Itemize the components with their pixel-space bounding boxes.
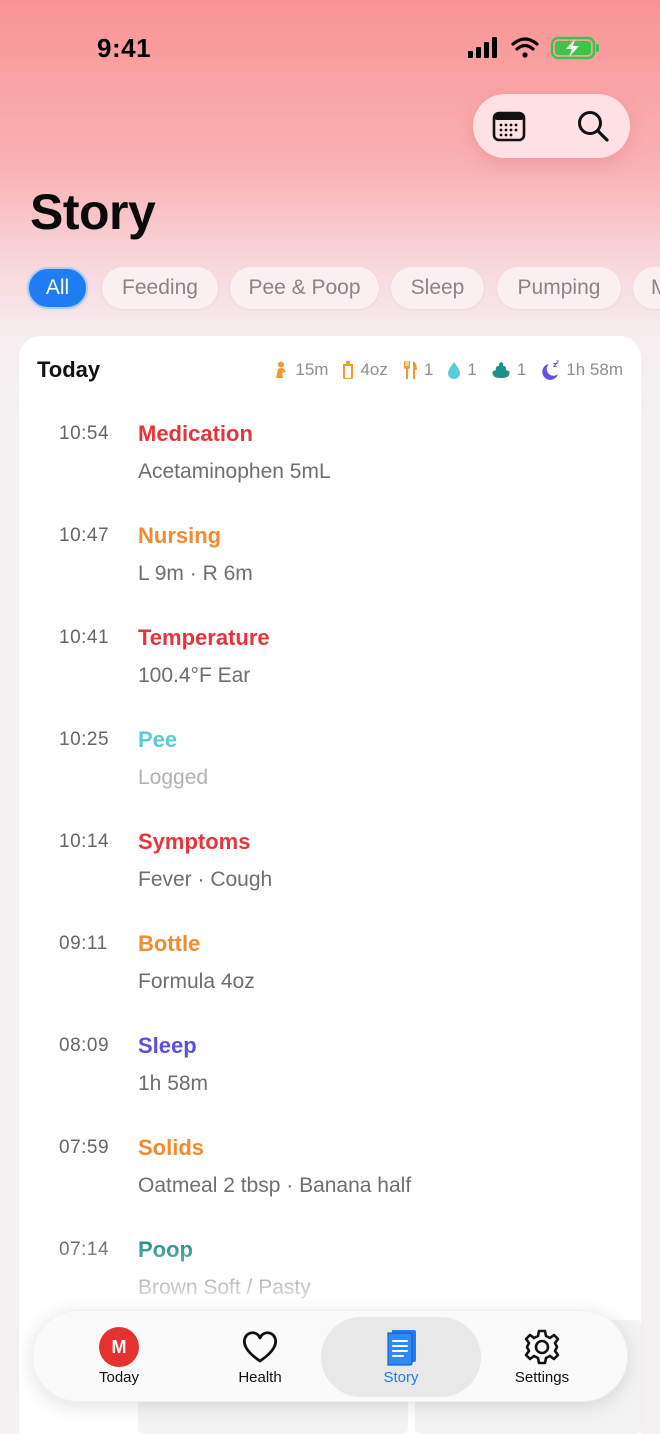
avatar-initial: M (99, 1327, 139, 1367)
page-title: Story (30, 184, 156, 240)
summary-bottle: 4oz (342, 360, 388, 380)
timeline-entry[interactable]: 08:09 Sleep 1h 58m (19, 1033, 641, 1125)
entry-time: 08:09 (59, 1035, 110, 1056)
tab-settings[interactable]: Settings (482, 1311, 602, 1403)
day-title: Today (37, 357, 101, 382)
entry-type: Solids (138, 1135, 205, 1160)
summary-poop-value: 1 (516, 360, 527, 379)
summary-sleep: z z 1h 58m (540, 360, 623, 380)
summary-nursing-value: 15m (295, 360, 329, 379)
tab-health-label: Health (238, 1369, 282, 1386)
tab-story[interactable]: Story (341, 1311, 461, 1403)
entry-type: Nursing (138, 523, 222, 548)
entry-time: 10:14 (59, 831, 110, 852)
timeline-entry[interactable]: 10:47 Nursing L 9m · R 6m (19, 523, 641, 615)
entry-type: Medication (138, 421, 253, 446)
entry-type: Bottle (138, 931, 201, 956)
entry-type: Sleep (138, 1033, 197, 1058)
day-summary: 15m 4oz 1 1 1 z z 1h 58m (259, 358, 623, 382)
entry-time: 07:59 (59, 1137, 110, 1158)
timeline-entry[interactable]: 10:14 Symptoms Fever · Cough (19, 829, 641, 921)
summary-solids-value: 1 (423, 360, 434, 379)
entry-type: Poop (138, 1237, 193, 1262)
entry-detail: 1h 58m (138, 1072, 209, 1095)
calendar-icon (492, 111, 526, 142)
summary-pee-value: 1 (467, 360, 477, 379)
search-icon (578, 111, 609, 142)
signal-icon (468, 37, 497, 58)
entry-detail: Logged (138, 766, 209, 789)
tab-today[interactable]: M Today (59, 1311, 179, 1403)
tab-today-label: Today (98, 1369, 140, 1386)
gear-icon (521, 1326, 563, 1368)
top-actions (473, 94, 630, 158)
tab-bar: M Today Health Story Settings (32, 1310, 628, 1402)
filter-chip-sleep[interactable]: Sleep (391, 267, 484, 309)
poop-icon (492, 362, 510, 378)
status-time: 9:41 (97, 33, 152, 63)
timeline-entry[interactable]: 10:25 Pee Logged (19, 727, 641, 819)
entry-time: 07:14 (59, 1239, 110, 1260)
entry-detail: Acetaminophen 5mL (138, 460, 331, 483)
tab-settings-label: Settings (514, 1369, 570, 1386)
filter-chip-more[interactable]: M (633, 267, 660, 309)
status-bar: 9:41 (0, 0, 660, 96)
avatar: M (98, 1326, 140, 1368)
entry-detail: Oatmeal 2 tbsp · Banana half (138, 1174, 412, 1197)
status-icons (468, 36, 599, 60)
entry-type: Symptoms (138, 829, 251, 854)
entry-time: 10:47 (59, 525, 110, 546)
entry-time: 10:41 (59, 627, 110, 648)
entry-detail: 100.4°F Ear (138, 664, 251, 687)
filter-chip-pumping[interactable]: Pumping (497, 267, 621, 309)
entry-type: Temperature (138, 625, 270, 650)
utensils-icon (403, 361, 417, 379)
entry-detail: Brown Soft / Pasty (138, 1276, 311, 1299)
filter-chip-pee-poop[interactable]: Pee & Poop (230, 267, 379, 309)
timeline-card: Today 15m 4oz 1 1 1 z z 1h 58m 10:54 Med… (19, 336, 641, 1434)
wifi-icon (511, 37, 539, 58)
entry-detail: Fever · Cough (138, 868, 273, 891)
droplet-icon (448, 362, 461, 379)
filter-chip-all[interactable]: All (27, 267, 88, 309)
tab-story-label: Story (383, 1369, 419, 1386)
moon-icon: z z (542, 360, 559, 380)
summary-poop: 1 (491, 360, 526, 380)
summary-sleep-value: 1h 58m (566, 360, 623, 379)
bottle-icon (343, 361, 354, 379)
journal-icon (380, 1326, 422, 1368)
nursing-icon (276, 361, 287, 378)
summary-pee: 1 (447, 360, 477, 380)
svg-text:z: z (556, 360, 559, 366)
timeline-entry[interactable]: 10:54 Medication Acetaminophen 5mL (19, 421, 641, 513)
tab-health[interactable]: Health (200, 1311, 320, 1403)
entry-detail: L 9m · R 6m (138, 562, 253, 585)
entry-time: 10:54 (59, 423, 110, 444)
entry-time: 09:11 (59, 933, 108, 954)
timeline-entry[interactable]: 10:41 Temperature 100.4°F Ear (19, 625, 641, 717)
search-button[interactable] (575, 108, 611, 144)
filter-chips: All Feeding Pee & Poop Sleep Pumping M (0, 267, 660, 311)
entry-detail: Formula 4oz (138, 970, 255, 993)
summary-bottle-value: 4oz (360, 360, 388, 379)
entry-type: Pee (138, 727, 178, 752)
calendar-button[interactable] (491, 108, 527, 144)
heart-icon (239, 1326, 281, 1368)
entry-time: 10:25 (59, 729, 110, 750)
timeline-entry[interactable]: 07:59 Solids Oatmeal 2 tbsp · Banana hal… (19, 1135, 641, 1227)
timeline-entry[interactable]: 09:11 Bottle Formula 4oz (19, 931, 641, 1023)
battery-icon (550, 36, 599, 60)
filter-chip-feeding[interactable]: Feeding (102, 267, 218, 309)
summary-solids: 1 (402, 360, 433, 380)
summary-nursing: 15m (273, 360, 328, 380)
